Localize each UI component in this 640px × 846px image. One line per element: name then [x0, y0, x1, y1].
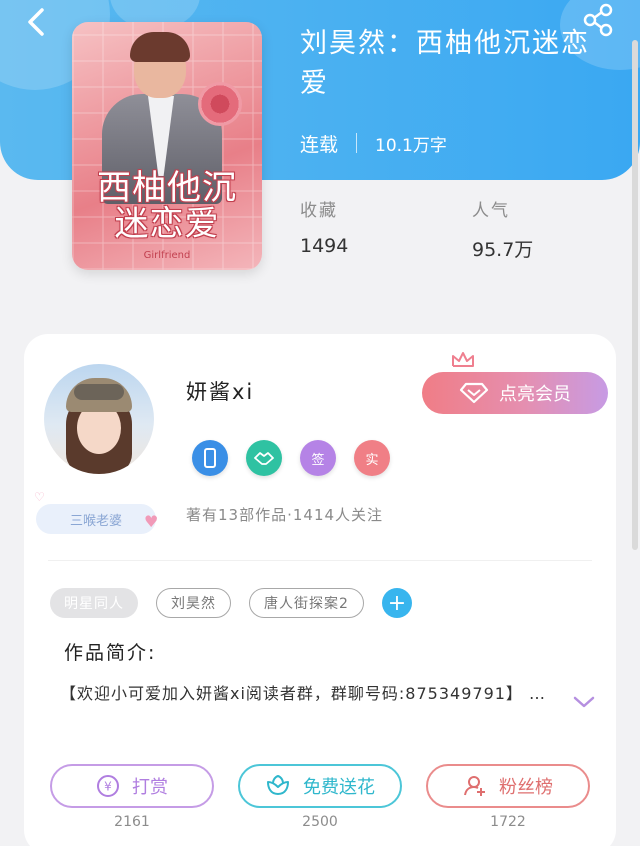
book-meta: 连载 10.1万字: [300, 130, 447, 156]
intro-title: 作品简介:: [64, 642, 157, 664]
flower-count: 2500: [302, 814, 338, 830]
send-flower-label: 免费送花: [303, 777, 375, 798]
fans-ranking-label: 粉丝榜: [499, 777, 553, 798]
fans-ranking-button[interactable]: 粉丝榜: [426, 764, 590, 808]
flower-icon: [267, 774, 289, 795]
author-name[interactable]: 妍酱xi: [186, 376, 254, 406]
tag-item[interactable]: 明星同人: [50, 588, 138, 618]
stat-label: 人气: [472, 201, 510, 221]
book-status: 连载: [300, 133, 339, 156]
member-button-label: 点亮会员: [499, 384, 571, 405]
book-cover[interactable]: 西柚他沉迷恋爱 Girlfriend: [72, 22, 262, 270]
member-button[interactable]: 点亮会员: [422, 372, 608, 414]
heart-icon: ♡: [34, 490, 45, 504]
fans-count: 1722: [490, 814, 526, 830]
reward-label: 打赏: [132, 777, 168, 798]
avatar-goggles: [74, 384, 124, 400]
verified-badge-text: 实: [365, 452, 379, 468]
cover-subtitle: Girlfriend: [143, 250, 191, 261]
sign-icon[interactable]: 签: [300, 440, 336, 476]
handshake-icon[interactable]: [246, 440, 282, 476]
fans-icon: [464, 776, 485, 796]
svg-text:¥: ¥: [104, 780, 112, 794]
phone-glyph: [204, 448, 216, 468]
yen-coin-icon: ¥: [97, 775, 119, 797]
tag-item[interactable]: 唐人街探案2: [249, 588, 364, 618]
crown-icon: [452, 352, 474, 367]
divider: [48, 560, 592, 561]
author-stats: 著有13部作品·1414人关注: [186, 506, 384, 524]
cover-figure-hair: [130, 32, 190, 62]
back-button[interactable]: [18, 4, 54, 40]
rose-icon: [198, 82, 242, 126]
handshake-glyph: [254, 452, 274, 465]
stat-value: 95.7万: [472, 239, 534, 261]
cover-title: 西柚他沉迷恋爱: [97, 168, 237, 244]
stat-popularity: 人气 95.7万: [472, 196, 533, 262]
book-word-count: 10.1万字: [375, 135, 447, 156]
heart-icon: ♥: [144, 512, 159, 531]
tag-list: 明星同人 刘昊然 唐人街探案2 +: [50, 588, 412, 618]
fan-badge: 三喉老婆: [36, 504, 156, 534]
diamond-icon: [459, 382, 489, 404]
reward-count: 2161: [114, 814, 150, 830]
avatar[interactable]: [44, 364, 154, 474]
stat-value: 1494: [300, 235, 349, 257]
chevron-left-icon: [28, 8, 44, 36]
chevron-down-icon: [573, 696, 595, 708]
tag-item[interactable]: 刘昊然: [156, 588, 231, 618]
send-flower-button[interactable]: 免费送花: [238, 764, 402, 808]
plus-icon: +: [387, 590, 407, 616]
meta-divider: [356, 133, 358, 153]
add-tag-button[interactable]: +: [381, 588, 412, 618]
intro-text: 【欢迎小可爱加入妍酱xi阅读者群，群聊号码:875349791】 …: [60, 684, 547, 703]
verified-icon[interactable]: 实: [354, 440, 390, 476]
stat-favorites: 收藏 1494: [300, 196, 348, 257]
scrollbar[interactable]: [632, 40, 638, 550]
author-card: ♡ 三喉老婆 ♥ 妍酱xi 点亮会员 签 实 著有13部作品·1414人关注 明…: [24, 334, 616, 846]
reward-button[interactable]: ¥ 打赏: [50, 764, 214, 808]
stat-label: 收藏: [300, 201, 338, 221]
sign-badge-text: 签: [311, 452, 325, 468]
book-title: 刘昊然：西柚他沉迷恋爱: [300, 28, 590, 99]
phone-icon[interactable]: [192, 440, 228, 476]
expand-intro-button[interactable]: [572, 694, 596, 710]
author-badges: 签 实: [192, 440, 390, 476]
